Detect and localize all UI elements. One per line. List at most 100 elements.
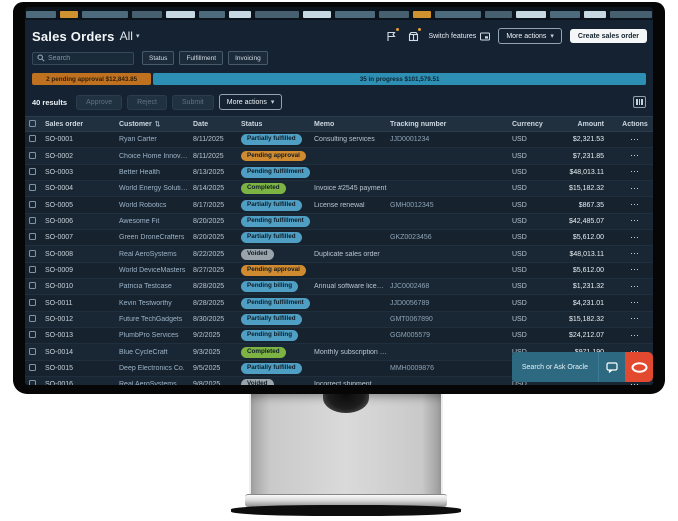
submit-button[interactable]: Submit [172,95,214,110]
cell-amount: $1,231.32 [560,283,620,290]
row-actions-button[interactable]: ⋯ [630,185,640,193]
table-row[interactable]: SO-0008 Real AeroSystems 8/22/2025 Voide… [25,246,653,262]
col-date[interactable]: Date [193,121,241,128]
table-row[interactable]: SO-0004 World Energy Solutions 8/14/2025… [25,181,653,197]
row-checkbox[interactable] [29,168,36,175]
row-checkbox[interactable] [29,380,36,385]
app-header: Sales Orders All ▾ [25,20,653,46]
row-actions-button[interactable]: ⋯ [630,283,640,291]
table-row[interactable]: SO-0006 Awesome Fit 8/20/2025 Pending fu… [25,214,653,230]
row-checkbox[interactable] [29,152,36,159]
pending-approval-segment[interactable]: 2 pending approval $12,843.85 [32,73,151,85]
table-row[interactable]: SO-0001 Ryan Carter 8/11/2025 Partially … [25,132,653,148]
create-sales-order-button[interactable]: Create sales order [570,29,647,43]
in-progress-segment[interactable]: 35 in progress $101,579.51 [153,73,646,85]
row-checkbox[interactable] [29,282,36,289]
row-actions-button[interactable]: ⋯ [630,234,640,242]
col-currency[interactable]: Currency [512,121,560,128]
cell-date: 8/28/2025 [193,300,241,307]
status-badge: Pending fulfillment [241,298,310,309]
search-input-wrap[interactable] [32,52,134,65]
row-checkbox[interactable] [29,331,36,338]
column-settings-icon[interactable] [633,96,646,108]
filter-chip-fulfillment[interactable]: Fulfillment [179,51,223,65]
row-checkbox[interactable] [29,201,36,208]
row-actions-button[interactable]: ⋯ [630,168,640,176]
row-checkbox[interactable] [29,315,36,322]
feedback-flag-button[interactable] [384,30,398,42]
col-sales-order[interactable]: Sales order [45,121,119,128]
row-actions-button[interactable]: ⋯ [630,332,640,340]
row-checkbox[interactable] [29,299,36,306]
col-memo[interactable]: Memo [314,121,390,128]
row-checkbox[interactable] [29,184,36,191]
row-checkbox[interactable] [29,266,36,273]
table-row[interactable]: SO-0002 Choice Home Innovations 8/11/202… [25,148,653,164]
reject-button[interactable]: Reject [127,95,167,110]
col-status[interactable]: Status [241,121,314,128]
row-checkbox[interactable] [29,348,36,355]
table-row[interactable]: SO-0011 Kevin Testworthy 8/28/2025 Pendi… [25,295,653,311]
view-selector[interactable]: All ▾ [120,29,140,43]
table-row[interactable]: SO-0007 Green DroneCrafters 8/20/2025 Pa… [25,230,653,246]
strip-segment [199,11,225,18]
row-actions-button[interactable]: ⋯ [630,217,640,225]
table-row[interactable]: SO-0003 Better Health 8/13/2025 Pending … [25,165,653,181]
row-actions-button[interactable]: ⋯ [630,250,640,258]
col-amount[interactable]: Amount [560,121,620,128]
row-actions-button[interactable]: ⋯ [630,136,640,144]
cell-tracking: GMT0067890 [390,316,512,323]
more-actions-button-toolbar[interactable]: More actions ▾ [219,94,283,110]
row-actions-button[interactable]: ⋯ [630,266,640,274]
stand-shadow [231,505,461,516]
cell-amount: $4,231.01 [560,300,620,307]
cell-memo: Invoice #2545 payment [314,185,390,192]
row-checkbox[interactable] [29,364,36,371]
approve-button[interactable]: Approve [76,95,122,110]
packages-button[interactable] [406,30,420,42]
col-tracking[interactable]: Tracking number [390,121,512,128]
sort-icon[interactable]: ⇅ [155,121,160,128]
strip-segment [229,11,251,18]
stand-notch [323,394,369,413]
cell-currency: USD [512,332,560,339]
filter-chip-status[interactable]: Status [142,51,174,65]
cell-amount: $48,013.11 [560,169,620,176]
table-row[interactable]: SO-0012 Future TechGadgets 8/30/2025 Par… [25,312,653,328]
search-row: Status Fulfillment Invoicing [25,46,653,68]
strip-segment [255,11,299,18]
assistant-label[interactable]: Search or Ask Oracle [512,352,598,382]
row-actions-button[interactable]: ⋯ [630,152,640,160]
cell-sales-order: SO-0015 [45,365,119,372]
row-actions-button[interactable]: ⋯ [630,315,640,323]
switch-features-button[interactable]: Switch features [428,32,490,41]
col-customer[interactable]: Customer⇅ [119,120,193,128]
more-actions-button-top[interactable]: More actions ▾ [498,28,562,44]
row-checkbox[interactable] [29,233,36,240]
chat-button[interactable] [598,352,625,382]
filter-chip-invoicing[interactable]: Invoicing [228,51,268,65]
row-actions-button[interactable]: ⋯ [630,299,640,307]
cell-customer: PlumbPro Services [119,332,193,339]
search-input[interactable] [48,55,129,62]
row-checkbox[interactable] [29,135,36,142]
cell-sales-order: SO-0005 [45,202,119,209]
row-checkbox[interactable] [29,217,36,224]
table-row[interactable]: SO-0013 PlumbPro Services 9/2/2025 Pendi… [25,328,653,344]
bulk-action-buttons: Approve Reject Submit [76,95,214,110]
select-all-checkbox[interactable] [29,120,36,127]
results-count: 40 results [32,98,67,107]
oracle-logo-button[interactable] [625,352,653,382]
row-checkbox[interactable] [29,250,36,257]
table-row[interactable]: SO-0010 Patricia Testcase 8/28/2025 Pend… [25,279,653,295]
cell-tracking: JJD0001234 [390,136,512,143]
row-actions-button[interactable]: ⋯ [630,201,640,209]
cell-date: 8/14/2025 [193,185,241,192]
cell-sales-order: SO-0004 [45,185,119,192]
status-summary-bar: 2 pending approval $12,843.85 35 in prog… [32,73,646,85]
col-actions: Actions [620,121,653,128]
table-row[interactable]: SO-0009 World DeviceMasters 8/27/2025 Pe… [25,263,653,279]
table-row[interactable]: SO-0005 World Robotics 8/17/2025 Partial… [25,197,653,213]
cell-sales-order: SO-0014 [45,349,119,356]
cell-currency: USD [512,218,560,225]
